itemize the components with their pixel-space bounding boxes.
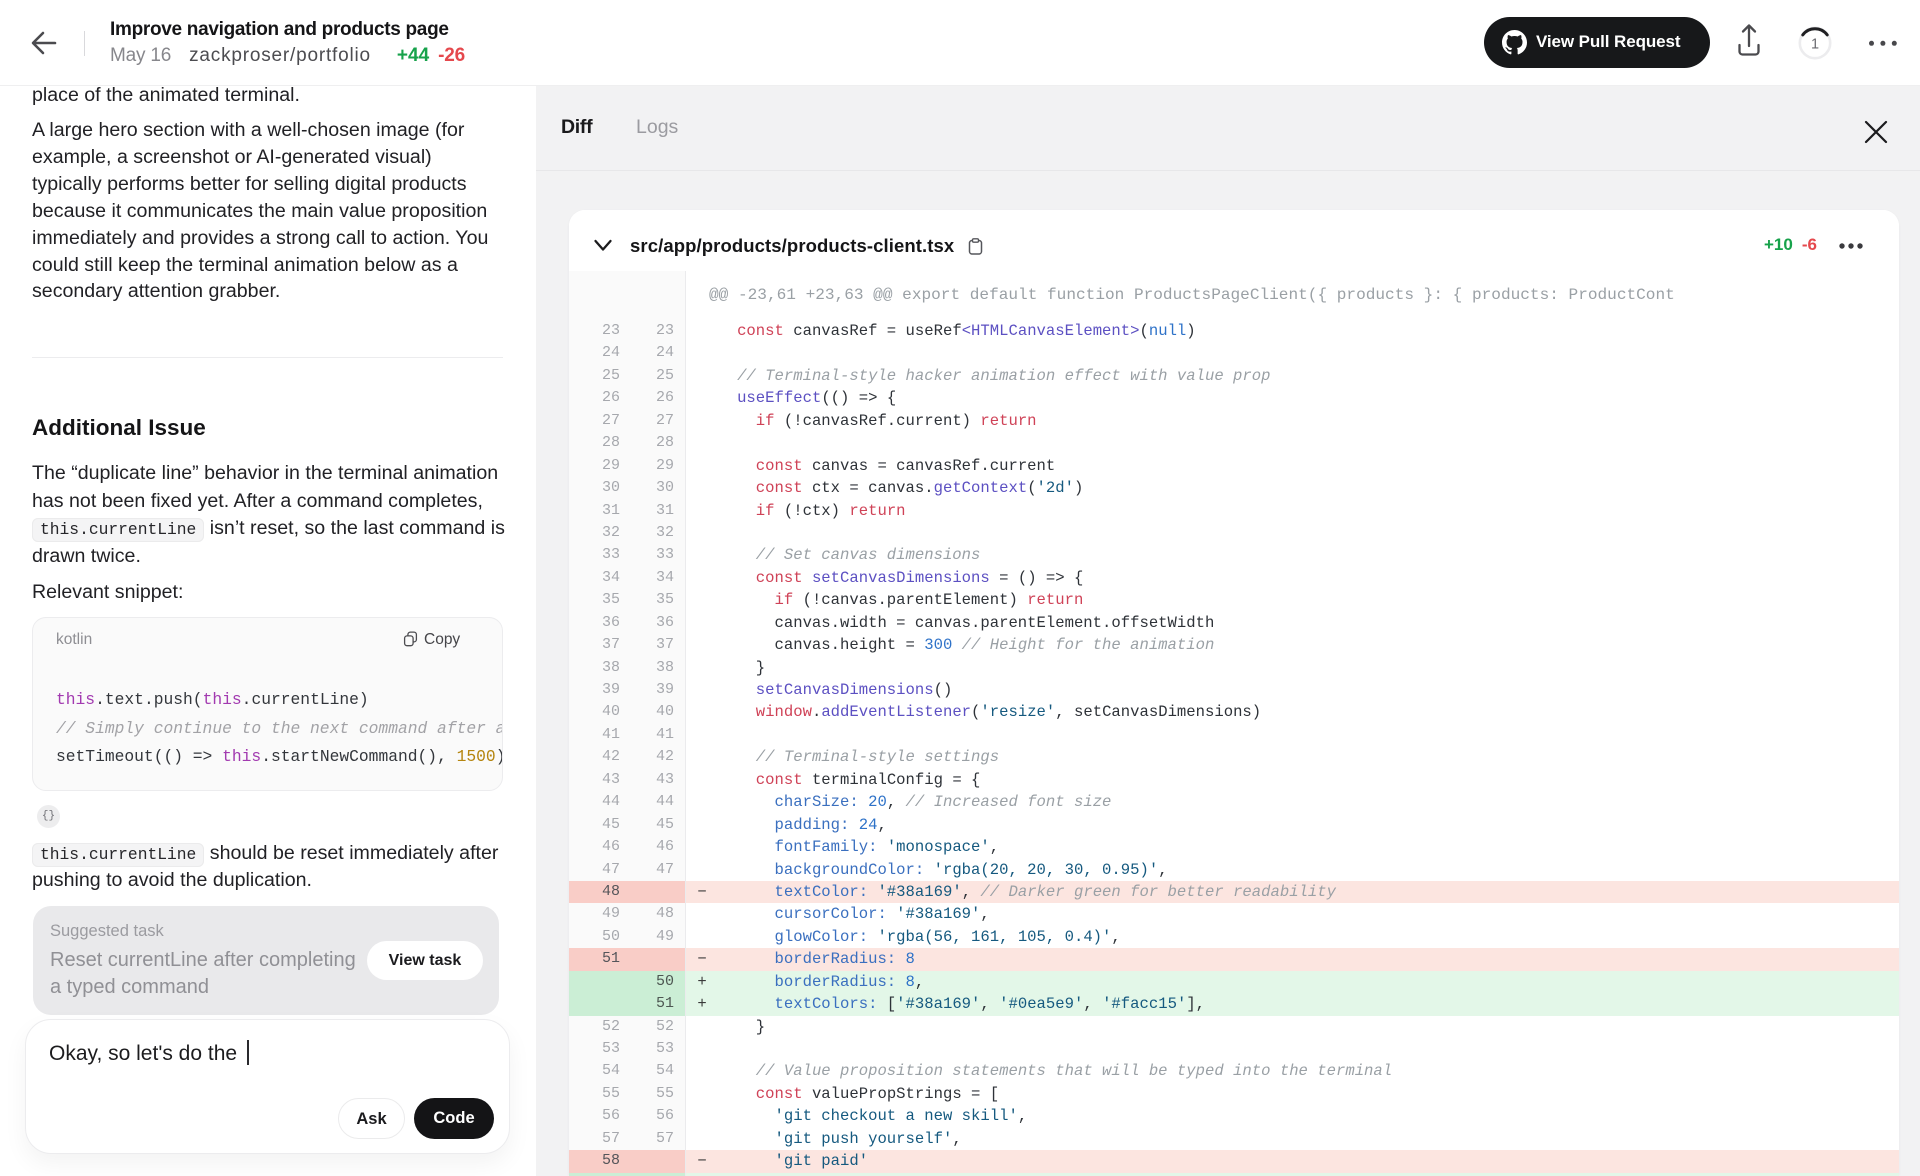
svg-text:1: 1 (1811, 37, 1819, 53)
